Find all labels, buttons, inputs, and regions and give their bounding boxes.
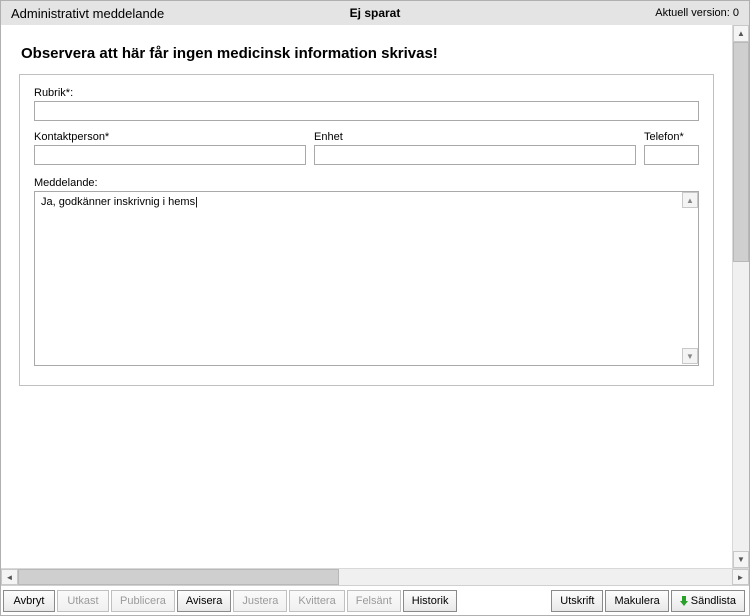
- horizontal-scroll-track[interactable]: [18, 569, 732, 585]
- horizontal-scrollbar[interactable]: ◄ ►: [1, 568, 749, 585]
- avisera-button[interactable]: Avisera: [177, 590, 231, 612]
- enhet-input[interactable]: [314, 145, 636, 165]
- kvittera-button: Kvittera: [289, 590, 344, 612]
- historik-button[interactable]: Historik: [403, 590, 458, 612]
- kontaktperson-input[interactable]: [34, 145, 306, 165]
- kontaktperson-label: Kontaktperson*: [34, 131, 306, 143]
- makulera-button[interactable]: Makulera: [605, 590, 668, 612]
- telefon-input[interactable]: [644, 145, 699, 165]
- header-bar: Administrativt meddelande Ej sparat Aktu…: [1, 1, 749, 25]
- sandlista-label: Sändlista: [691, 595, 736, 607]
- vertical-scroll-thumb[interactable]: [733, 42, 749, 262]
- vertical-scrollbar[interactable]: ▲ ▼: [732, 25, 749, 568]
- vertical-scroll-track[interactable]: [733, 42, 749, 551]
- utkast-button: Utkast: [57, 590, 109, 612]
- felsant-button: Felsänt: [347, 590, 401, 612]
- scroll-left-button[interactable]: ◄: [1, 569, 18, 585]
- enhet-label: Enhet: [314, 131, 636, 143]
- justera-button: Justera: [233, 590, 287, 612]
- sandlista-button[interactable]: Sändlista: [671, 590, 745, 612]
- telefon-label: Telefon*: [644, 131, 699, 143]
- rubrik-input[interactable]: [34, 101, 699, 121]
- publicera-button: Publicera: [111, 590, 175, 612]
- button-bar: Avbryt Utkast Publicera Avisera Justera …: [1, 585, 749, 615]
- form-box: Rubrik*: Kontaktperson* Enhet Telefon*: [19, 74, 714, 386]
- scroll-up-button[interactable]: ▲: [733, 25, 749, 42]
- meddelande-label: Meddelande:: [34, 177, 699, 189]
- warning-heading: Observera att här får ingen medicinsk in…: [21, 45, 714, 62]
- horizontal-scroll-thumb[interactable]: [18, 569, 339, 585]
- save-status: Ej sparat: [350, 6, 401, 20]
- utskrift-button[interactable]: Utskrift: [551, 590, 603, 612]
- meddelande-textarea[interactable]: [34, 191, 699, 366]
- app-window: Administrativt meddelande Ej sparat Aktu…: [0, 0, 750, 616]
- content-area: Observera att här får ingen medicinsk in…: [1, 25, 749, 568]
- content-scroll: Observera att här får ingen medicinsk in…: [1, 25, 732, 568]
- window-title: Administrativt meddelande: [11, 6, 164, 21]
- textarea-scroll-up-icon[interactable]: ▲: [682, 192, 698, 208]
- rubrik-label: Rubrik*:: [34, 87, 699, 99]
- version-label: Aktuell version: 0: [655, 7, 739, 19]
- textarea-scroll-down-icon[interactable]: ▼: [682, 348, 698, 364]
- scroll-down-button[interactable]: ▼: [733, 551, 749, 568]
- scroll-right-button[interactable]: ►: [732, 569, 749, 585]
- avbryt-button[interactable]: Avbryt: [3, 590, 55, 612]
- arrow-down-icon: [680, 596, 688, 606]
